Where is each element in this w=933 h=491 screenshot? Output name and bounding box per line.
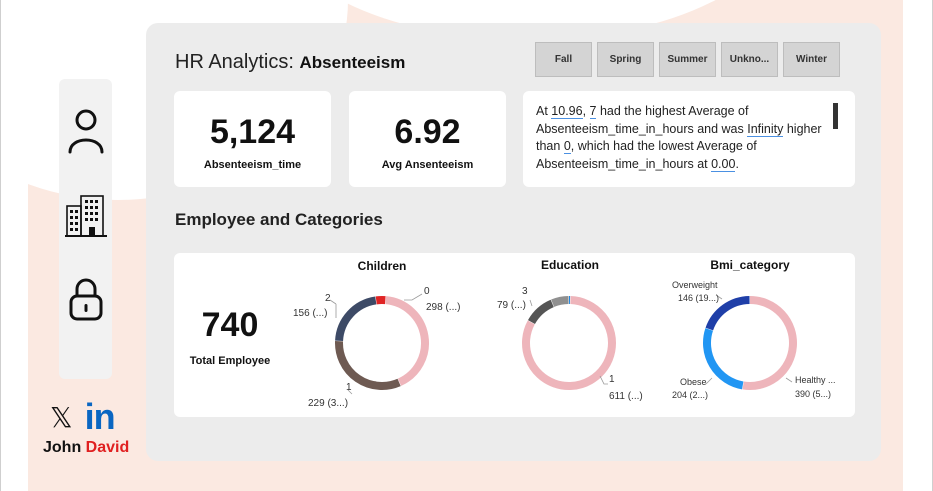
slice-label-name: 0 <box>424 286 430 297</box>
slice-label-name: 1 <box>609 374 615 385</box>
social-links: 𝕏 in <box>50 396 116 438</box>
page-title: HR Analytics: Absenteeism <box>175 51 405 74</box>
kpi-card-avg-absenteeism: 6.92 Avg Ansenteeism <box>349 91 506 187</box>
total-employee-label: Total Employee <box>189 355 271 367</box>
author-last-name: David <box>85 439 130 456</box>
page-title-bold: Absenteeism <box>299 53 406 72</box>
narrative-value: 0 <box>563 139 571 154</box>
narrative-text: . <box>735 156 739 171</box>
kpi-value: 5,124 <box>209 113 296 151</box>
season-button-unknown[interactable]: Unkno... <box>721 42 778 77</box>
sidebar <box>59 79 112 379</box>
x-logo-icon[interactable]: 𝕏 <box>50 401 73 434</box>
building-icon[interactable] <box>59 185 112 245</box>
slice-label-name: 1 <box>346 382 352 393</box>
kpi-label: Absenteeism_time <box>203 159 302 171</box>
slice-label-value: 229 (3...) <box>308 398 349 409</box>
slice-label-value: 390 (5...) <box>795 389 832 399</box>
chart-title-education: Education <box>540 258 599 272</box>
season-button-summer[interactable]: Summer <box>659 42 716 77</box>
slice-label-value: 146 (19...) <box>678 293 720 303</box>
slice-label-value: 611 (...) <box>609 391 643 402</box>
slice-label-name: Overweight <box>672 280 718 290</box>
season-slicer: Fall Spring Summer Unkno... Winter <box>535 42 840 77</box>
kpi-label: Avg Ansenteeism <box>381 159 474 171</box>
kpi-card-absenteeism-time: 5,124 Absenteeism_time <box>174 91 331 187</box>
section-title: Employee and Categories <box>175 210 383 229</box>
total-employee-value: 740 <box>201 306 259 344</box>
page-title-prefix: HR Analytics: <box>175 51 294 73</box>
slice-label-name: Healthy ... <box>795 375 836 385</box>
season-button-spring[interactable]: Spring <box>597 42 654 77</box>
slice-label-value: 204 (2...) <box>672 390 709 400</box>
narrative-text: , <box>582 104 590 118</box>
categories-card: 740 Total Employee <box>174 253 855 417</box>
author-name: John David <box>43 439 129 457</box>
season-button-fall[interactable]: Fall <box>535 42 592 77</box>
slice-label-value: 156 (...) <box>293 308 328 319</box>
narrative-value: 0.00 <box>711 156 736 172</box>
narrative-value: 10.96 <box>551 104 583 119</box>
season-button-winter[interactable]: Winter <box>783 42 840 77</box>
linkedin-logo-icon[interactable]: in <box>85 396 116 438</box>
smart-narrative-text: At 10.96, 7 had the highest Average of A… <box>536 103 826 173</box>
narrative-scrollbar[interactable] <box>833 103 838 129</box>
slice-label-name: Obese <box>680 377 707 387</box>
chart-title-bmi-category: Bmi_category <box>710 258 790 272</box>
author-first-name: John <box>43 439 82 456</box>
slice-label-name: 3 <box>522 286 528 297</box>
chart-title-children: Children <box>357 259 407 273</box>
lock-icon[interactable] <box>59 269 112 329</box>
slice-label-value: 298 (...) <box>426 302 461 313</box>
narrative-text: At <box>536 104 552 118</box>
user-icon[interactable] <box>59 101 112 161</box>
slice-label-name: 2 <box>325 293 331 304</box>
slice-label-value: 79 (...) <box>497 300 526 311</box>
kpi-value: 6.92 <box>394 113 461 151</box>
narrative-value: Infinity <box>747 121 784 137</box>
